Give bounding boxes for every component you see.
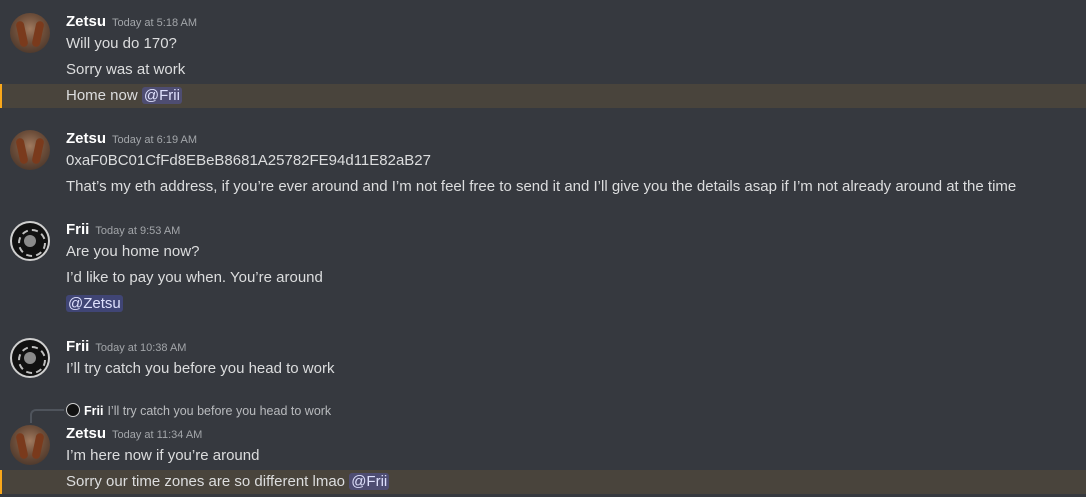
reply-spine bbox=[30, 409, 64, 423]
message-text: 0xaF0BC01CfFd8EBeB8681A25782FE94d11E82aB… bbox=[66, 152, 431, 169]
message-text: I’d like to pay you when. You’re around bbox=[66, 269, 323, 286]
message-header: Zetsu Today at 5:18 AM bbox=[66, 12, 197, 32]
message-text: I’m here now if you’re around bbox=[66, 447, 260, 464]
message-header: Frii Today at 9:53 AM bbox=[66, 220, 180, 240]
username[interactable]: Zetsu bbox=[66, 130, 106, 147]
message-text: I’ll try catch you before you head to wo… bbox=[66, 360, 335, 377]
username[interactable]: Zetsu bbox=[66, 425, 106, 442]
reply-avatar bbox=[66, 403, 80, 417]
avatar[interactable] bbox=[10, 13, 50, 53]
avatar[interactable] bbox=[10, 221, 50, 261]
message-header: Zetsu Today at 11:34 AM bbox=[66, 424, 202, 444]
username[interactable]: Zetsu bbox=[66, 13, 106, 30]
reply-preview[interactable]: Frii I’ll try catch you before you head t… bbox=[66, 402, 331, 420]
user-mention[interactable]: @Zetsu bbox=[66, 295, 123, 312]
username[interactable]: Frii bbox=[66, 221, 89, 238]
user-mention[interactable]: @Frii bbox=[141, 87, 182, 104]
message-text: Are you home now? bbox=[66, 243, 200, 260]
username[interactable]: Frii bbox=[66, 338, 89, 355]
message-text: Home now @Frii bbox=[66, 87, 182, 104]
message-text: Sorry was at work bbox=[66, 61, 186, 78]
message-header: Zetsu Today at 6:19 AM bbox=[66, 129, 197, 149]
message-header: Frii Today at 10:38 AM bbox=[66, 337, 186, 357]
avatar[interactable] bbox=[10, 130, 50, 170]
timestamp: Today at 9:53 AM bbox=[95, 225, 181, 237]
user-mention[interactable]: @Frii bbox=[349, 473, 390, 490]
message-text: Sorry our time zones are so different lm… bbox=[66, 473, 390, 490]
message-text: That’s my eth address, if you’re ever ar… bbox=[66, 178, 1017, 195]
reply-username[interactable]: Frii bbox=[84, 404, 103, 418]
message-text: Will you do 170? bbox=[66, 35, 177, 52]
message-text: @Zetsu bbox=[66, 293, 1086, 315]
timestamp: Today at 6:19 AM bbox=[112, 134, 198, 146]
avatar[interactable] bbox=[10, 338, 50, 378]
reply-text[interactable]: I’ll try catch you before you head to wo… bbox=[107, 404, 331, 418]
timestamp: Today at 10:38 AM bbox=[95, 342, 187, 354]
timestamp: Today at 11:34 AM bbox=[112, 429, 203, 441]
timestamp: Today at 5:18 AM bbox=[112, 17, 198, 29]
avatar[interactable] bbox=[10, 425, 50, 465]
